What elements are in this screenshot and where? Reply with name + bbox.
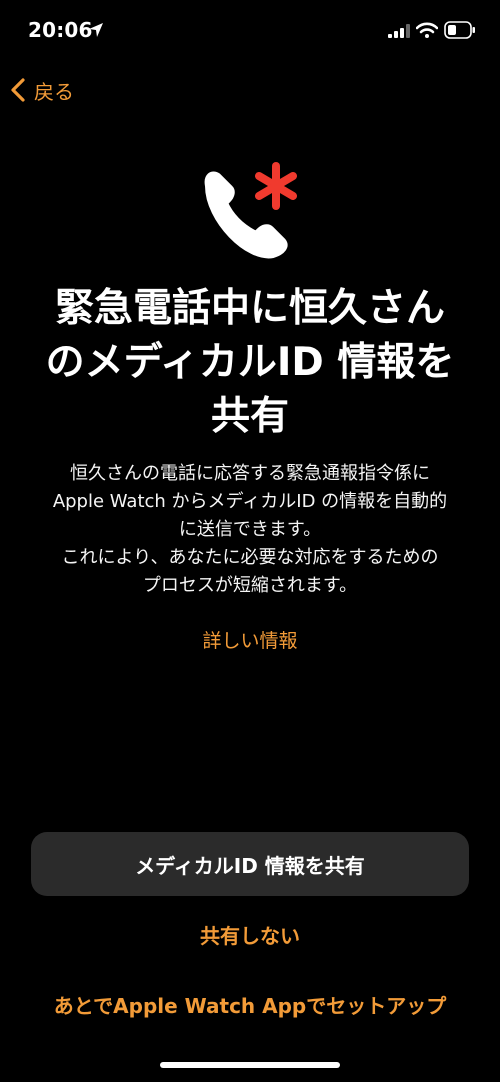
chevron-left-icon (11, 78, 25, 102)
status-time: 20:06 (28, 18, 93, 42)
location-arrow-icon (89, 23, 103, 37)
description-line-1: 恒久さんの電話に応答する緊急通報指令係に (70, 463, 430, 484)
home-indicator[interactable] (160, 1062, 340, 1068)
dont-share-button[interactable]: 共有しない (0, 920, 500, 949)
more-info-link[interactable]: 詳しい情報 (0, 626, 500, 653)
wifi-icon (416, 22, 438, 38)
back-label: 戻る (34, 79, 74, 104)
title-line-2: のメディカルID 情報を (45, 340, 455, 385)
battery-icon (444, 21, 475, 39)
setup-later-button[interactable]: あとでApple Watch Appでセットアップ (0, 990, 500, 1019)
description-line-5: プロセスが短縮されます。 (142, 575, 358, 596)
phone-with-asterisk-icon (204, 162, 297, 259)
share-medical-id-button[interactable]: メディカルID 情報を共有 (31, 832, 469, 896)
title-line-3: 共有 (210, 394, 289, 439)
description: 恒久さんの電話に応答する緊急通報指令係に Apple Watch からメディカル… (20, 460, 480, 600)
description-line-3: に送信できます。 (178, 519, 322, 540)
status-bar: 20:06 (0, 0, 500, 60)
page-title: 緊急電話中に恒久さん のメディカルID 情報を 共有 (20, 282, 480, 444)
back-button[interactable]: 戻る (10, 74, 74, 106)
description-line-2: Apple Watch からメディカルID の情報を自動的 (52, 491, 448, 512)
title-line-1: 緊急電話中に恒久さん (54, 286, 445, 331)
description-line-4: これにより、あなたに必要な対応をするための (61, 547, 439, 568)
cellular-signal-icon (388, 24, 410, 38)
share-button-label: メディカルID 情報を共有 (135, 853, 365, 878)
